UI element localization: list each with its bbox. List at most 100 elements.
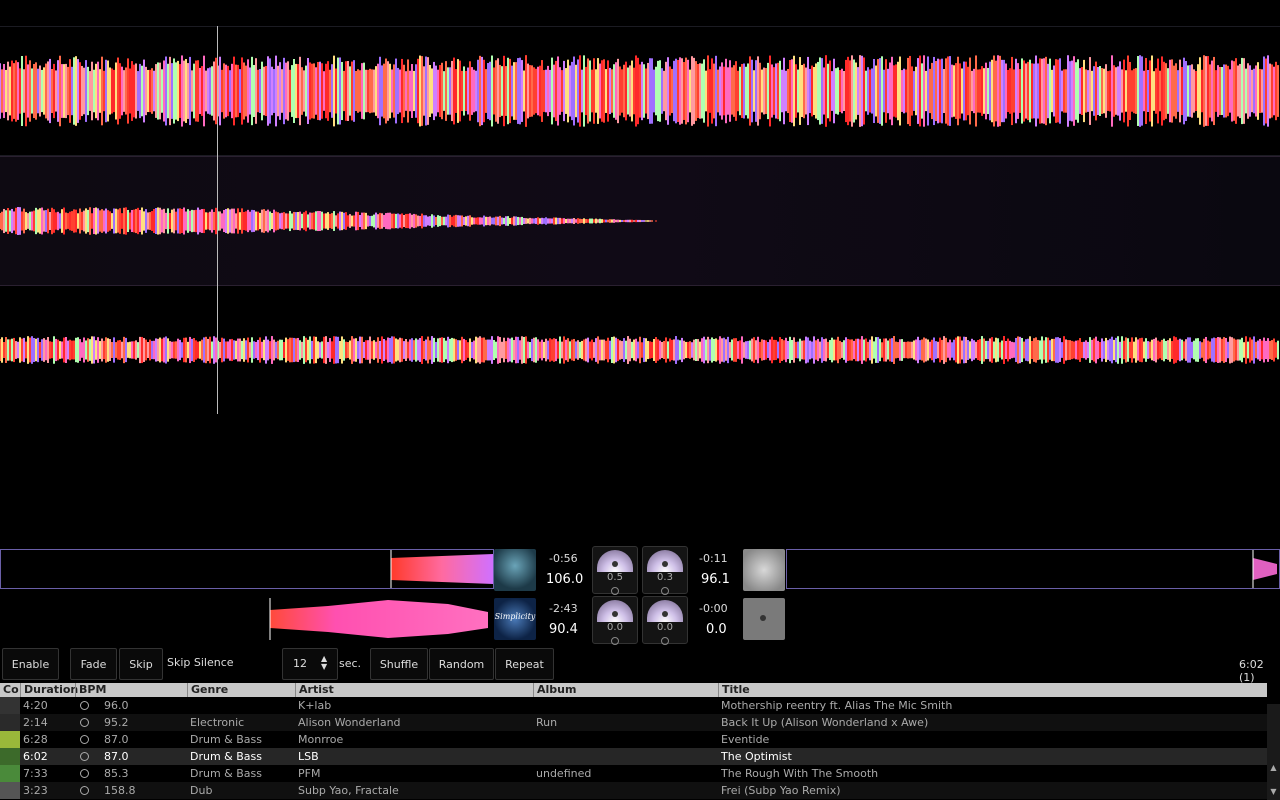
deck4-bpm: 0.0: [706, 622, 727, 637]
cell-duration: 2:14: [23, 716, 48, 729]
cell-artist: LSB: [298, 750, 319, 763]
column-header-album[interactable]: Album: [533, 683, 718, 697]
knob-indicator: [612, 611, 618, 617]
deck1-time-remaining: -0:56: [549, 552, 578, 565]
deck3-bpm: 96.1: [701, 572, 730, 587]
knob-indicator: [662, 611, 668, 617]
overview-deck1[interactable]: [0, 549, 494, 589]
cell-bpm: 158.8: [104, 784, 136, 797]
cell-genre: Electronic: [190, 716, 245, 729]
preview-radio-icon[interactable]: [80, 752, 89, 761]
table-scrollbar[interactable]: ▲ ▼: [1267, 704, 1280, 800]
column-header-duration[interactable]: Duration: [20, 683, 78, 697]
preview-radio-icon[interactable]: [80, 735, 89, 744]
waveform-deck3: [0, 336, 1279, 364]
cell-duration: 4:20: [23, 699, 48, 712]
deck1-cover-art: [494, 549, 536, 591]
cell-genre: Drum & Bass: [190, 733, 262, 746]
waveform-deck1: [0, 55, 1279, 127]
random-button[interactable]: Random: [429, 648, 494, 680]
knob-led: [611, 637, 619, 645]
repeat-button[interactable]: Repeat: [495, 648, 554, 680]
deck3-cover-art: [743, 549, 785, 591]
cell-duration: 6:02: [23, 750, 48, 763]
cover-thumbnail: [0, 731, 20, 748]
cell-artist: Alison Wonderland: [298, 716, 401, 729]
cell-title: Eventide: [721, 733, 770, 746]
waveform-lane-deck2[interactable]: [0, 156, 1280, 286]
cover-thumbnail: [0, 714, 20, 731]
track-table[interactable]: Co Duration BPM Genre Artist Album Title…: [0, 683, 1267, 799]
column-header-bpm[interactable]: BPM: [75, 683, 187, 697]
table-row[interactable]: 2:14 95.2 Electronic Alison Wonderland Run Ba…: [0, 714, 1267, 731]
knob-led: [661, 587, 669, 595]
cover-thumbnail: [0, 765, 20, 782]
gain-knob-deck2[interactable]: 0.0: [592, 596, 638, 645]
preview-radio-icon[interactable]: [80, 701, 89, 710]
waveform-lane-deck3[interactable]: [0, 286, 1280, 414]
cell-bpm: 85.3: [104, 767, 129, 780]
gain-knob-deck1[interactable]: 0.5: [592, 546, 638, 595]
cell-artist: K+lab: [298, 699, 332, 712]
fade-button[interactable]: Fade: [70, 648, 117, 680]
transition-unit: sec.: [339, 657, 362, 670]
cell-genre: Drum & Bass: [190, 750, 262, 763]
table-row[interactable]: 7:33 85.3 Drum & Bass PFM undefined The Rough…: [0, 765, 1267, 782]
enable-button[interactable]: Enable: [2, 648, 59, 680]
total-duration: 6:02 (1): [1239, 658, 1264, 684]
gain-knob-deck4[interactable]: 0.0: [642, 596, 688, 645]
cover-thumbnail: [0, 697, 20, 714]
cell-title: The Rough With The Smooth: [721, 767, 879, 780]
waveform-lane-deck1[interactable]: [0, 26, 1280, 156]
cell-title: Back It Up (Alison Wonderland x Awe): [721, 716, 929, 729]
cell-genre: Drum & Bass: [190, 767, 262, 780]
preview-radio-icon[interactable]: [80, 786, 89, 795]
transition-value: 12: [293, 657, 307, 670]
waveform-deck2: [0, 207, 657, 235]
preview-radio-icon[interactable]: [80, 718, 89, 727]
preview-radio-icon[interactable]: [80, 769, 89, 778]
deck1-bpm: 106.0: [546, 572, 584, 587]
deck2-cover-text: Simplicity: [494, 612, 536, 621]
deck2-time-remaining: -2:43: [549, 602, 578, 615]
vinyl-icon: [760, 615, 766, 621]
knob-indicator: [662, 561, 668, 567]
cell-title: The Optimist: [721, 750, 792, 763]
transition-spinbox[interactable]: 12 ▲ ▼: [282, 648, 338, 680]
skip-button[interactable]: Skip: [119, 648, 163, 680]
skip-silence-label[interactable]: Skip Silence: [167, 656, 234, 669]
table-row[interactable]: 6:28 87.0 Drum & Bass Monrroe Eventide: [0, 731, 1267, 748]
gain-knob-deck3[interactable]: 0.3: [642, 546, 688, 595]
cell-title: Frei (Subp Yao Remix): [721, 784, 841, 797]
cell-duration: 6:28: [23, 733, 48, 746]
overview-deck3[interactable]: [786, 549, 1280, 589]
cell-bpm: 87.0: [104, 733, 129, 746]
shuffle-button[interactable]: Shuffle: [370, 648, 428, 680]
column-header-artist[interactable]: Artist: [295, 683, 533, 697]
deck4-cover-art: [743, 598, 785, 640]
cell-bpm: 96.0: [104, 699, 129, 712]
overview-wave-deck2: [269, 598, 488, 640]
column-header-genre[interactable]: Genre: [187, 683, 295, 697]
deck4-time-remaining: -0:00: [699, 602, 728, 615]
knob-value: 0.0: [607, 622, 623, 633]
spin-arrows-icon[interactable]: ▲ ▼: [321, 655, 327, 671]
column-header-title[interactable]: Title: [718, 683, 1267, 697]
deck2-bpm: 90.4: [549, 622, 578, 637]
table-row[interactable]: 6:02 87.0 Drum & Bass LSB The Optimist: [0, 748, 1267, 765]
cell-album: undefined: [536, 767, 592, 780]
table-row[interactable]: 3:23 158.8 Dub Subp Yao, Fractale Frei (Subp…: [0, 782, 1267, 799]
cell-title: Mothership reentry ft. Alias The Mic Smi…: [721, 699, 953, 712]
scroll-down-icon[interactable]: ▼: [1267, 786, 1280, 798]
cell-genre: Dub: [190, 784, 213, 797]
scroll-up-icon[interactable]: ▲: [1267, 762, 1280, 774]
column-header-cover[interactable]: Co: [0, 683, 20, 697]
knob-value: 0.3: [657, 572, 673, 583]
overview-deck2[interactable]: [268, 598, 492, 640]
cell-album: Run: [536, 716, 558, 729]
table-row[interactable]: 4:20 96.0 K+lab Mothership reentry ft. Alia…: [0, 697, 1267, 714]
cell-artist: Subp Yao, Fractale: [298, 784, 399, 797]
cell-bpm: 95.2: [104, 716, 129, 729]
table-body: 4:20 96.0 K+lab Mothership reentry ft. Alia…: [0, 697, 1267, 799]
deck2-cover-art: Simplicity: [494, 598, 536, 640]
